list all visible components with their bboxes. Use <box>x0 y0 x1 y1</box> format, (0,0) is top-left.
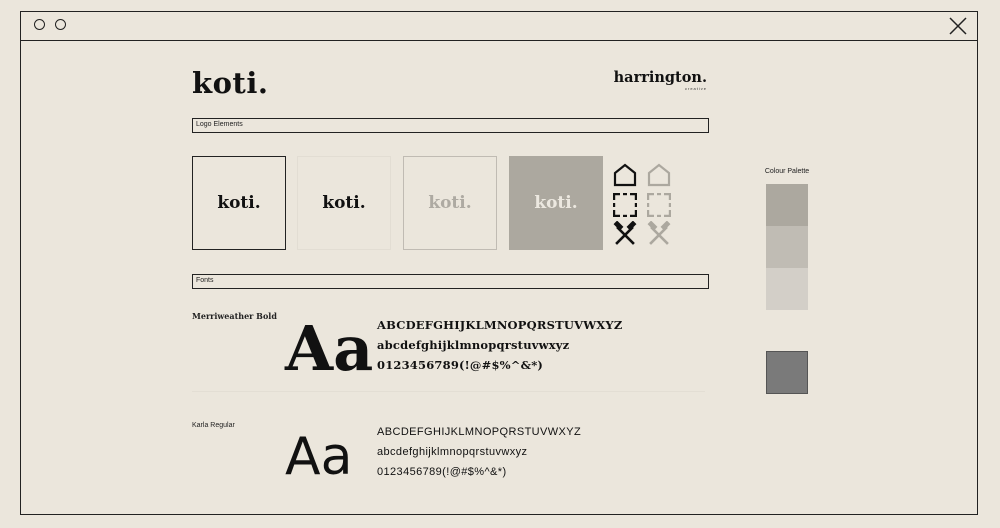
font-sample: Aa <box>285 312 374 385</box>
logo-tile-plain: koti. <box>297 156 391 250</box>
crossed-hammers-icon <box>613 221 637 245</box>
divider <box>192 391 705 392</box>
color-swatch <box>766 351 808 394</box>
section-header-logo-elements: Logo Elements <box>192 118 709 133</box>
font-lowercase: abcdefghijklmnopqrstuvwxyz <box>377 338 570 352</box>
palette-title: Colour Palette <box>764 168 810 175</box>
font-symbols: 0123456789(!@#$%^&*) <box>377 466 507 478</box>
color-swatch <box>766 226 808 268</box>
house-icon <box>613 163 637 187</box>
brand-logo: koti. <box>192 66 269 100</box>
frame-corners-icon <box>647 193 671 217</box>
font-uppercase: ABCDEFGHIJKLMNOPQRSTUVWXYZ <box>377 318 623 332</box>
logo-tile-outlined: koti. <box>192 156 286 250</box>
logo-tile-filled: koti. <box>509 156 603 250</box>
section-header-fonts: Fonts <box>192 274 709 289</box>
window: koti. harrington. creative Logo Elements… <box>20 11 978 515</box>
logo-tile-light: koti. <box>403 156 497 250</box>
studio-tagline: creative <box>684 86 707 91</box>
font-uppercase: ABCDEFGHIJKLMNOPQRSTUVWXYZ <box>377 426 582 438</box>
color-swatch <box>766 268 808 310</box>
font-name: Merriweather Bold <box>192 311 277 321</box>
font-symbols: 0123456789(!@#$%^&*) <box>377 358 544 372</box>
studio-name: harrington. <box>613 69 707 86</box>
font-sample: Aa <box>285 427 353 487</box>
font-lowercase: abcdefghijklmnopqrstuvwxyz <box>377 446 528 458</box>
crossed-hammers-icon <box>647 221 671 245</box>
title-bar <box>21 12 977 41</box>
house-icon <box>647 163 671 187</box>
color-swatch <box>766 184 808 226</box>
window-control-dot[interactable] <box>34 19 45 30</box>
studio-logo: harrington. creative <box>613 69 707 92</box>
close-icon[interactable] <box>949 17 967 35</box>
window-control-dot[interactable] <box>55 19 66 30</box>
frame-corners-icon <box>613 193 637 217</box>
font-name: Karla Regular <box>192 422 235 429</box>
